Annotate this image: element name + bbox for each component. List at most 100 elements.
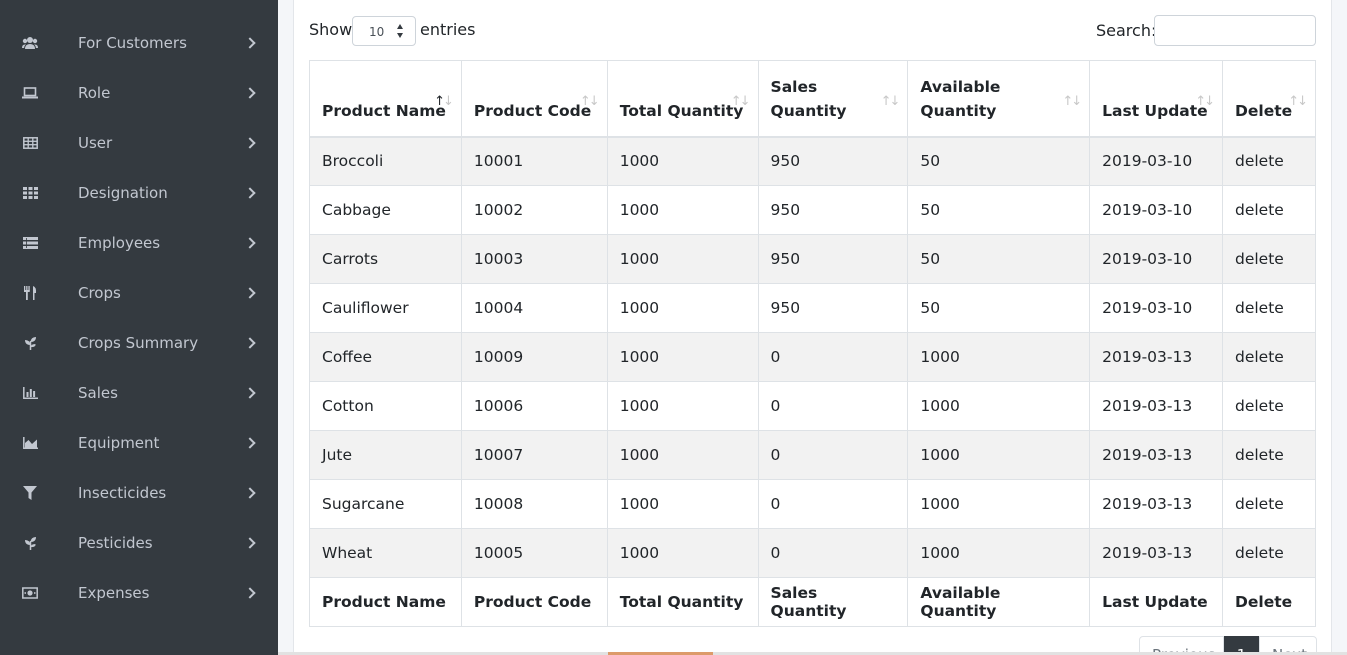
delete-link[interactable]: delete xyxy=(1222,283,1316,333)
cell-product-name: Jute xyxy=(309,430,462,480)
table-row: Jute 10007 1000 0 1000 2019-03-13 delete xyxy=(309,430,1316,480)
cell-total-quantity: 1000 xyxy=(606,528,759,578)
list-icon xyxy=(22,235,38,251)
cell-available-quantity: 1000 xyxy=(907,381,1091,431)
sort-asc-icon: ↑↓ xyxy=(434,93,454,109)
table-row: Sugarcane 10008 1000 0 1000 2019-03-13 delete xyxy=(309,479,1316,529)
table-row: Broccoli 10001 1000 950 50 2019-03-10 delete xyxy=(309,136,1316,186)
seedling-icon xyxy=(22,535,38,551)
sidebar-item-label: User xyxy=(78,134,113,152)
chevron-right-icon xyxy=(244,587,256,599)
delete-link[interactable]: delete xyxy=(1222,528,1316,578)
header-last-update[interactable]: Last Update ↑↓ xyxy=(1089,60,1223,138)
cell-sales-quantity: 950 xyxy=(757,234,909,284)
cell-total-quantity: 1000 xyxy=(606,136,759,186)
sidebar-item-crops-summary[interactable]: Crops Summary xyxy=(0,318,278,368)
cell-available-quantity: 50 xyxy=(907,234,1091,284)
cell-sales-quantity: 0 xyxy=(757,381,909,431)
cell-total-quantity: 1000 xyxy=(606,430,759,480)
table-header-row: Product Name ↑↓ Product Code ↑↓ Total Quan… xyxy=(309,60,1316,138)
cell-last-update: 2019-03-13 xyxy=(1089,528,1223,578)
header-available-quantity[interactable]: Available Quantity ↑↓ xyxy=(907,60,1091,138)
delete-link[interactable]: delete xyxy=(1222,381,1316,431)
sort-icon: ↑↓ xyxy=(579,93,600,109)
sidebar-item-equipment[interactable]: Equipment xyxy=(0,418,278,468)
sidebar-item-insecticides[interactable]: Insecticides xyxy=(0,468,278,518)
laptop-icon xyxy=(22,85,38,101)
sidebar-item-expenses[interactable]: Expenses xyxy=(0,568,278,618)
cell-product-code: 10006 xyxy=(460,381,608,431)
table-row: Carrots 10003 1000 950 50 2019-03-10 delete xyxy=(309,234,1316,284)
sidebar-item-label: Crops xyxy=(78,284,121,302)
chevron-right-icon xyxy=(244,237,256,249)
table-row: Cotton 10006 1000 0 1000 2019-03-13 delete xyxy=(309,381,1316,431)
chevron-right-icon xyxy=(244,137,256,149)
cell-sales-quantity: 0 xyxy=(757,430,909,480)
header-product-code[interactable]: Product Code ↑↓ xyxy=(460,60,608,138)
sidebar-item-label: Equipment xyxy=(78,434,160,452)
sidebar-item-label: Designation xyxy=(78,184,168,202)
sidebar-item-designation[interactable]: Designation xyxy=(0,168,278,218)
cell-product-code: 10005 xyxy=(460,528,608,578)
header-product-name[interactable]: Product Name ↑↓ xyxy=(309,60,462,138)
cell-total-quantity: 1000 xyxy=(606,332,759,382)
chevron-right-icon xyxy=(244,37,256,49)
sidebar-item-label: Insecticides xyxy=(78,484,167,502)
sidebar-item-for-customers[interactable]: For Customers xyxy=(0,18,278,68)
cell-available-quantity: 50 xyxy=(907,283,1091,333)
entries-select[interactable]: 10 xyxy=(352,16,416,46)
cell-product-code: 10001 xyxy=(460,136,608,186)
delete-link[interactable]: delete xyxy=(1222,479,1316,529)
products-table: Product Name ↑↓ Product Code ↑↓ Total Quan… xyxy=(309,60,1316,627)
entries-label: entries xyxy=(420,20,476,39)
search-input[interactable] xyxy=(1154,15,1316,46)
cell-product-code: 10009 xyxy=(460,332,608,382)
header-total-quantity[interactable]: Total Quantity ↑↓ xyxy=(606,60,759,138)
cell-product-name: Coffee xyxy=(309,332,462,382)
cell-product-name: Wheat xyxy=(309,528,462,578)
chevron-right-icon xyxy=(244,537,256,549)
chevron-right-icon xyxy=(244,287,256,299)
chevron-right-icon xyxy=(244,337,256,349)
delete-link[interactable]: delete xyxy=(1222,332,1316,382)
utensils-icon xyxy=(22,285,38,301)
sidebar-item-sales[interactable]: Sales xyxy=(0,368,278,418)
money-icon xyxy=(22,585,38,601)
sidebar-item-role[interactable]: Role xyxy=(0,68,278,118)
cell-sales-quantity: 950 xyxy=(757,185,909,235)
cell-last-update: 2019-03-13 xyxy=(1089,430,1223,480)
header-delete[interactable]: Delete ↑↓ xyxy=(1222,60,1316,138)
header-sales-quantity[interactable]: Sales Quantity ↑↓ xyxy=(757,60,909,138)
footer-product-name: Product Name xyxy=(309,577,462,627)
sidebar-item-label: Pesticides xyxy=(78,534,153,552)
cell-available-quantity: 1000 xyxy=(907,430,1091,480)
cell-available-quantity: 50 xyxy=(907,185,1091,235)
cell-last-update: 2019-03-10 xyxy=(1089,185,1223,235)
sidebar-item-crops[interactable]: Crops xyxy=(0,268,278,318)
sidebar-item-employees[interactable]: Employees xyxy=(0,218,278,268)
delete-link[interactable]: delete xyxy=(1222,430,1316,480)
chevron-right-icon xyxy=(244,87,256,99)
bar-chart-icon xyxy=(22,385,38,401)
cell-last-update: 2019-03-10 xyxy=(1089,283,1223,333)
table-row: Coffee 10009 1000 0 1000 2019-03-13 delete xyxy=(309,332,1316,382)
delete-link[interactable]: delete xyxy=(1222,185,1316,235)
sidebar-item-label: Employees xyxy=(78,234,161,252)
sidebar-item-pesticides[interactable]: Pesticides xyxy=(0,518,278,568)
footer-last-update: Last Update xyxy=(1089,577,1223,627)
cell-total-quantity: 1000 xyxy=(606,479,759,529)
sidebar-item-label: Role xyxy=(78,84,111,102)
cell-product-code: 10004 xyxy=(460,283,608,333)
sidebar-item-user[interactable]: User xyxy=(0,118,278,168)
delete-link[interactable]: delete xyxy=(1222,234,1316,284)
sort-icon: ↑↓ xyxy=(1195,93,1215,109)
cell-product-name: Cotton xyxy=(309,381,462,431)
footer-product-code: Product Code xyxy=(460,577,608,627)
cell-product-code: 10003 xyxy=(460,234,608,284)
sidebar-item-label: Sales xyxy=(78,384,118,402)
cell-available-quantity: 1000 xyxy=(907,528,1091,578)
cell-sales-quantity: 950 xyxy=(757,283,909,333)
cell-last-update: 2019-03-13 xyxy=(1089,332,1223,382)
delete-link[interactable]: delete xyxy=(1222,136,1316,186)
chevron-right-icon xyxy=(244,487,256,499)
